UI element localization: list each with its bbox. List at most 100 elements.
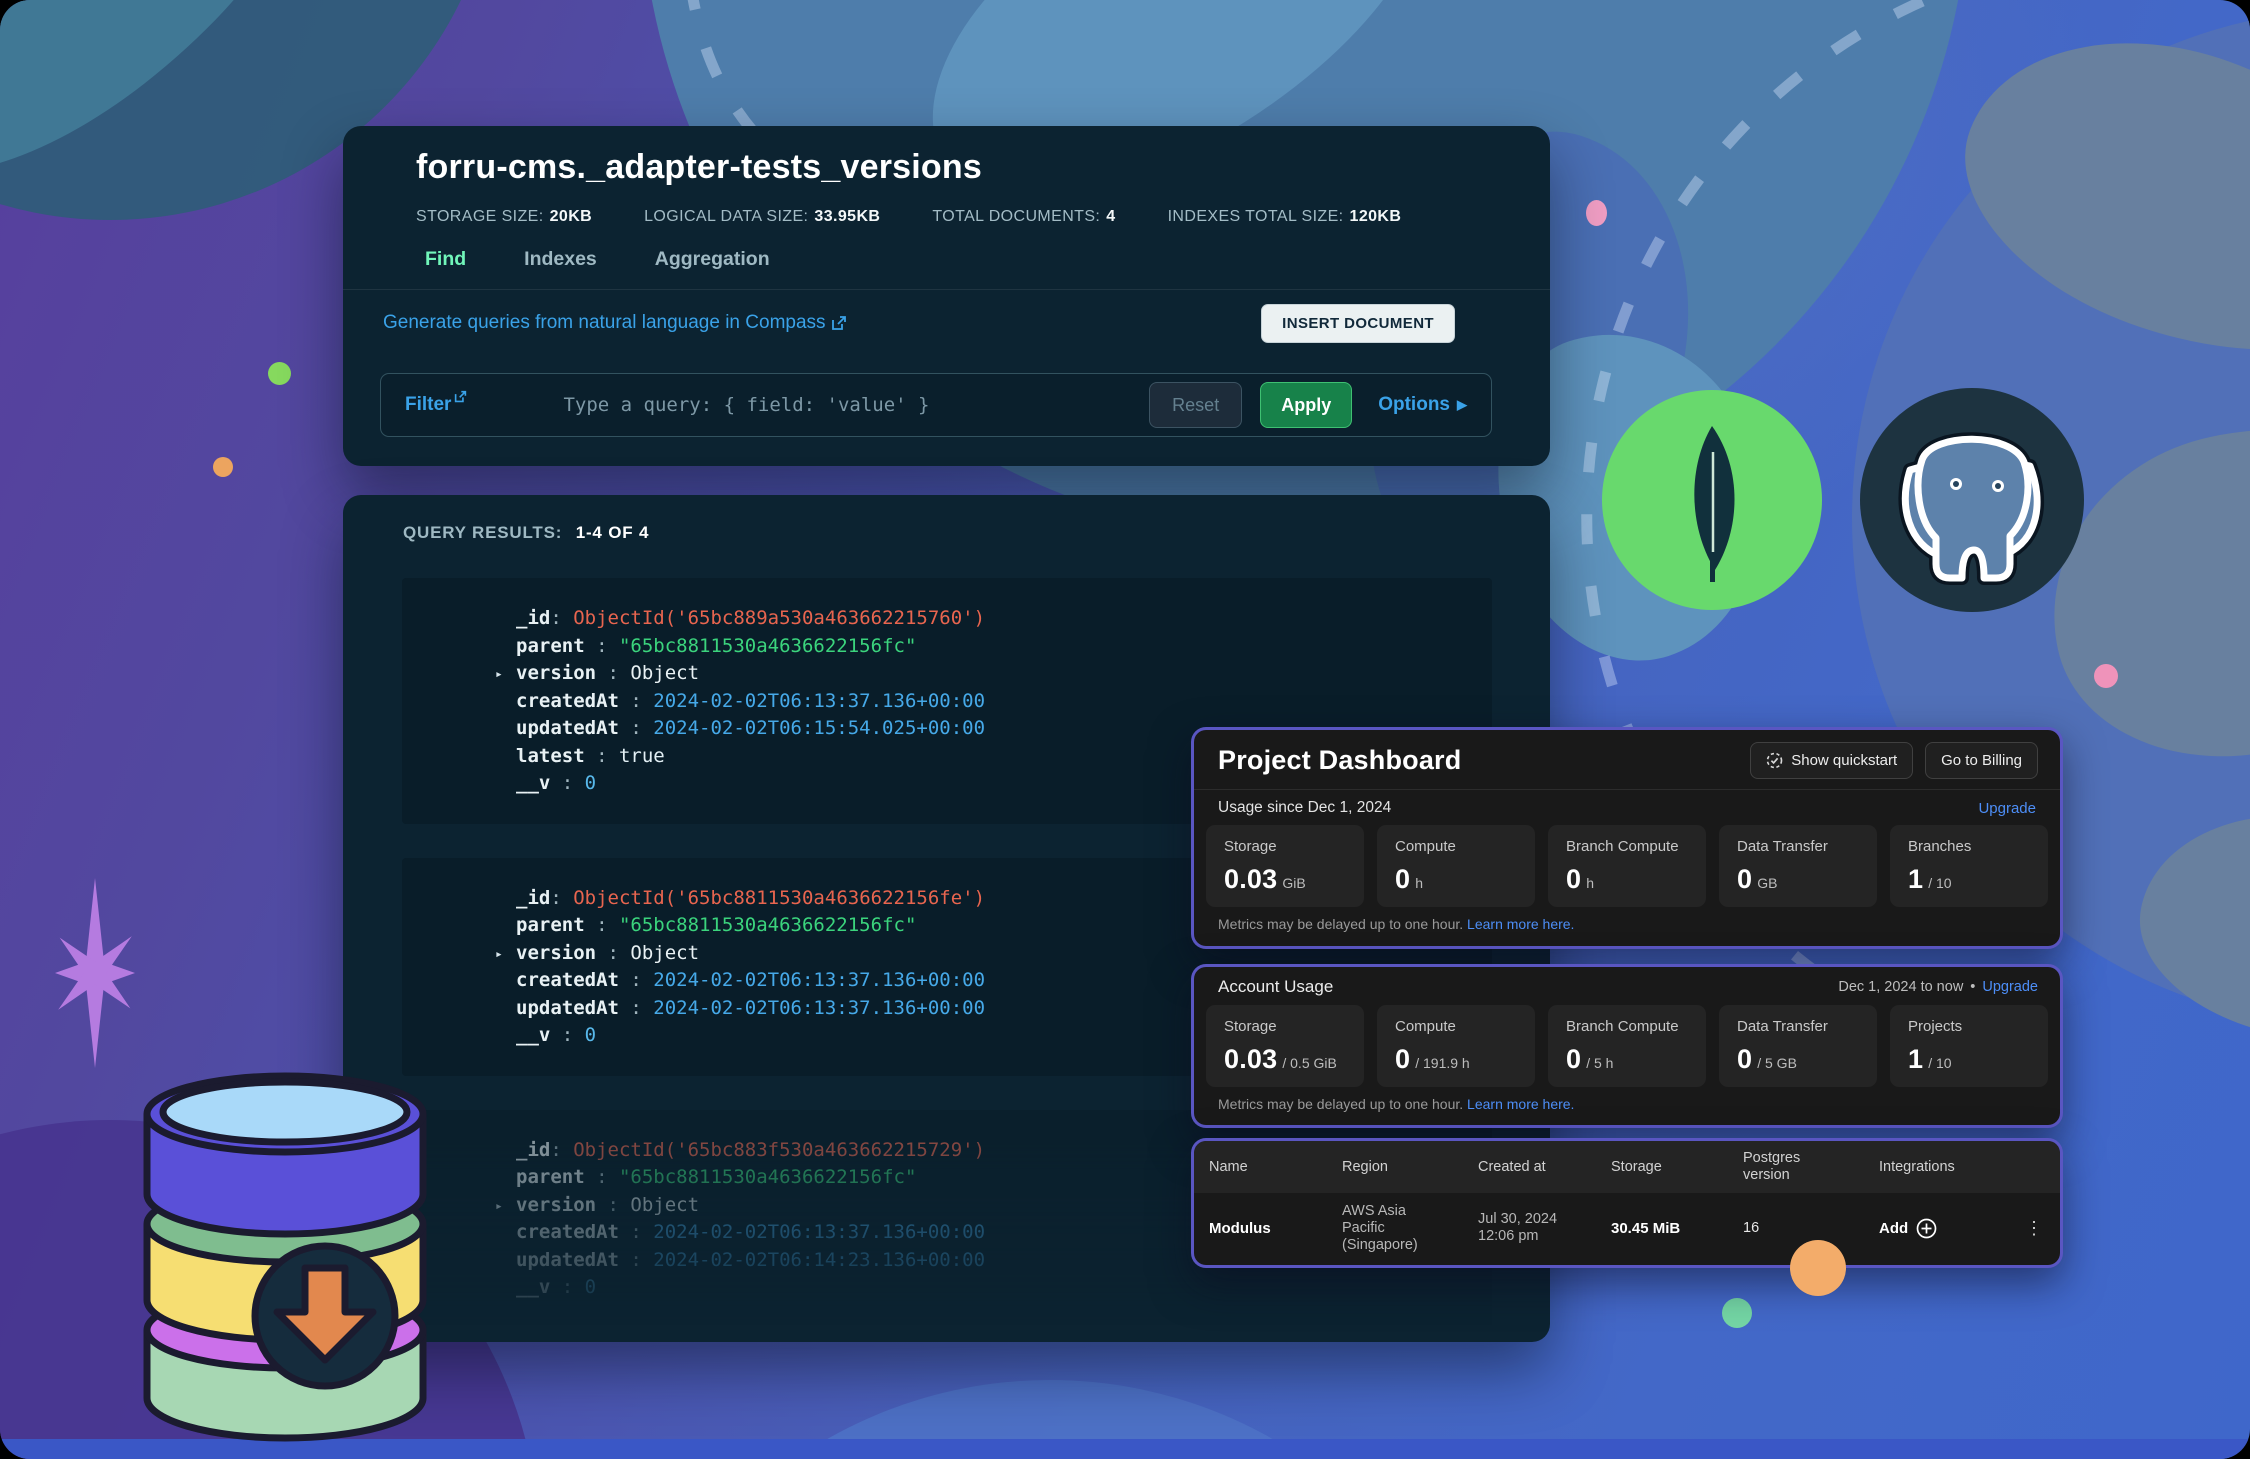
- field-value: ObjectId('65bc889a530a463662215760'): [573, 607, 985, 629]
- field-value: "65bc8811530a4636622156fc": [619, 914, 916, 936]
- metrics-note: Metrics may be delayed up to one hour. L…: [1194, 907, 2060, 932]
- tab-aggregation[interactable]: Aggregation: [655, 248, 770, 283]
- usage-card-label: Data Transfer: [1737, 838, 1859, 855]
- field-separator: :: [619, 690, 653, 712]
- projects-table-panel: NameRegionCreated atStoragePostgres vers…: [1191, 1138, 2063, 1268]
- account-usage-header: Account Usage Dec 1, 2024 to now • Upgra…: [1194, 967, 2060, 1005]
- external-link-icon: [454, 390, 467, 403]
- show-quickstart-button[interactable]: Show quickstart: [1750, 742, 1913, 779]
- apply-button[interactable]: Apply: [1260, 382, 1352, 428]
- expand-arrow-icon[interactable]: ▸: [495, 1193, 503, 1221]
- reset-button[interactable]: Reset: [1149, 382, 1242, 428]
- table-header-row: NameRegionCreated atStoragePostgres vers…: [1194, 1141, 2060, 1193]
- field-key: parent: [516, 914, 585, 936]
- pink-dot-right: [2094, 664, 2118, 688]
- field-key: updatedAt: [516, 997, 619, 1019]
- generate-queries-label: Generate queries from natural language i…: [383, 312, 826, 334]
- field-key: __v: [516, 1276, 550, 1298]
- usage-card-value: 0.03/ 0.5 GiB: [1224, 1044, 1346, 1075]
- field-value: 2024-02-02T06:14:23.136+00:00: [653, 1249, 985, 1271]
- account-learn-more-link[interactable]: Learn more here.: [1467, 1096, 1574, 1112]
- usage-card-value: 1/ 10: [1908, 1044, 2030, 1075]
- insert-document-button[interactable]: INSERT DOCUMENT: [1261, 304, 1455, 343]
- metrics-note-text: Metrics may be delayed up to one hour.: [1218, 916, 1463, 932]
- usage-card-label: Data Transfer: [1737, 1018, 1859, 1035]
- field-separator: :: [619, 969, 653, 991]
- field-separator: :: [585, 745, 619, 767]
- field-separator: :: [596, 662, 630, 684]
- add-integration-button[interactable]: Add: [1879, 1218, 2014, 1239]
- collection-stat: LOGICAL DATA SIZE:33.95KB: [644, 208, 880, 226]
- project-name-cell: Modulus: [1209, 1220, 1342, 1237]
- tab-indexes[interactable]: Indexes: [524, 248, 597, 283]
- usage-value: 0.03: [1224, 1044, 1277, 1075]
- usage-unit: / 10: [1928, 875, 1951, 891]
- field-value: ObjectId('65bc8811530a4636622156fe'): [573, 887, 985, 909]
- field-separator: :: [550, 772, 584, 794]
- field-value: 0: [585, 772, 596, 794]
- sparkle-star: [40, 868, 150, 1078]
- expand-arrow-icon[interactable]: ▸: [495, 661, 503, 689]
- options-label: Options: [1378, 394, 1450, 416]
- table-row: Modulus AWS Asia Pacific (Singapore) Jul…: [1194, 1193, 2060, 1263]
- usage-card-value: 0/ 191.9 h: [1395, 1044, 1517, 1075]
- usage-card: Storage 0.03/ 0.5 GiB: [1206, 1005, 1364, 1087]
- expand-arrow-icon[interactable]: ▸: [495, 941, 503, 969]
- field-key: updatedAt: [516, 1249, 619, 1271]
- field-key: latest: [516, 745, 585, 767]
- stat-label: LOGICAL DATA SIZE:: [644, 208, 808, 225]
- mongodb-logo: [1598, 386, 1826, 614]
- usage-card: Branch Compute0/ 5 h: [1548, 1005, 1706, 1087]
- field-separator: :: [596, 942, 630, 964]
- usage-card: Compute0/ 191.9 h: [1377, 1005, 1535, 1087]
- tab-find[interactable]: Find: [425, 248, 466, 283]
- account-usage-cards: Storage 0.03/ 0.5 GiB Compute0/ 191.9 hBra…: [1194, 1005, 2060, 1087]
- collection-tabs: Find Indexes Aggregation: [425, 248, 770, 283]
- field-key: _id: [516, 887, 550, 909]
- learn-more-link[interactable]: Learn more here.: [1467, 916, 1574, 932]
- dashboard-header: Project Dashboard Show quickstart Go to …: [1194, 730, 2060, 789]
- usage-value: 0: [1395, 1044, 1410, 1075]
- add-circle-icon: [1916, 1218, 1937, 1239]
- field-value: 0: [585, 1024, 596, 1046]
- usage-unit: GiB: [1282, 875, 1305, 891]
- usage-value: 0.03: [1224, 864, 1277, 895]
- orange-dot: [213, 457, 233, 477]
- filter-query-input[interactable]: Type a query: { field: 'value' }: [563, 394, 929, 416]
- field-key: createdAt: [516, 690, 619, 712]
- generate-queries-link[interactable]: Generate queries from natural language i…: [383, 312, 847, 334]
- orange-dot-large: [1790, 1240, 1846, 1296]
- usage-card-value: 0GB: [1737, 864, 1859, 895]
- document-field: parent : "65bc8811530a4636622156fc": [516, 633, 1462, 661]
- account-upgrade-link[interactable]: Upgrade: [1982, 979, 2038, 995]
- field-value: Object: [630, 942, 699, 964]
- document-field: __v : 0: [516, 1274, 1462, 1302]
- usage-heading: Usage since Dec 1, 2024: [1218, 799, 1391, 817]
- usage-card-label: Projects: [1908, 1018, 2030, 1035]
- compass-collection-panel: forru-cms._adapter-tests_versions STORAG…: [343, 126, 1550, 466]
- upgrade-link[interactable]: Upgrade: [1978, 800, 2036, 817]
- field-value: 2024-02-02T06:13:37.136+00:00: [653, 969, 985, 991]
- project-created-cell: Jul 30, 2024 12:06 pm: [1478, 1211, 1588, 1245]
- query-results-count: 1-4 OF 4: [576, 523, 649, 542]
- account-usage-panel: Account Usage Dec 1, 2024 to now • Upgra…: [1191, 964, 2063, 1128]
- usage-card-label: Storage: [1224, 1018, 1346, 1035]
- filter-link[interactable]: Filter: [405, 394, 467, 416]
- tabs-divider: [343, 289, 1550, 290]
- account-usage-range: Dec 1, 2024 to now • Upgrade: [1838, 979, 2038, 995]
- kebab-menu-icon[interactable]: ⋮: [2014, 1225, 2054, 1231]
- account-range-text: Dec 1, 2024 to now: [1838, 979, 1963, 995]
- usage-card-label: Branch Compute: [1566, 838, 1688, 855]
- usage-card: Branch Compute0h: [1548, 825, 1706, 907]
- query-results-header: QUERY RESULTS: 1-4 OF 4: [403, 523, 649, 543]
- field-separator: :: [585, 635, 619, 657]
- usage-value: 0: [1737, 864, 1752, 895]
- usage-card: Data Transfer0/ 5 GB: [1719, 1005, 1877, 1087]
- database-download-illustration: [130, 1068, 460, 1454]
- options-button[interactable]: Options ▶: [1378, 394, 1467, 416]
- collection-stat: STORAGE SIZE:20KB: [416, 208, 592, 226]
- usage-unit: / 5 h: [1586, 1055, 1613, 1071]
- add-integration-label: Add: [1879, 1220, 1908, 1237]
- go-to-billing-button[interactable]: Go to Billing: [1925, 742, 2038, 779]
- field-separator: :: [596, 1194, 630, 1216]
